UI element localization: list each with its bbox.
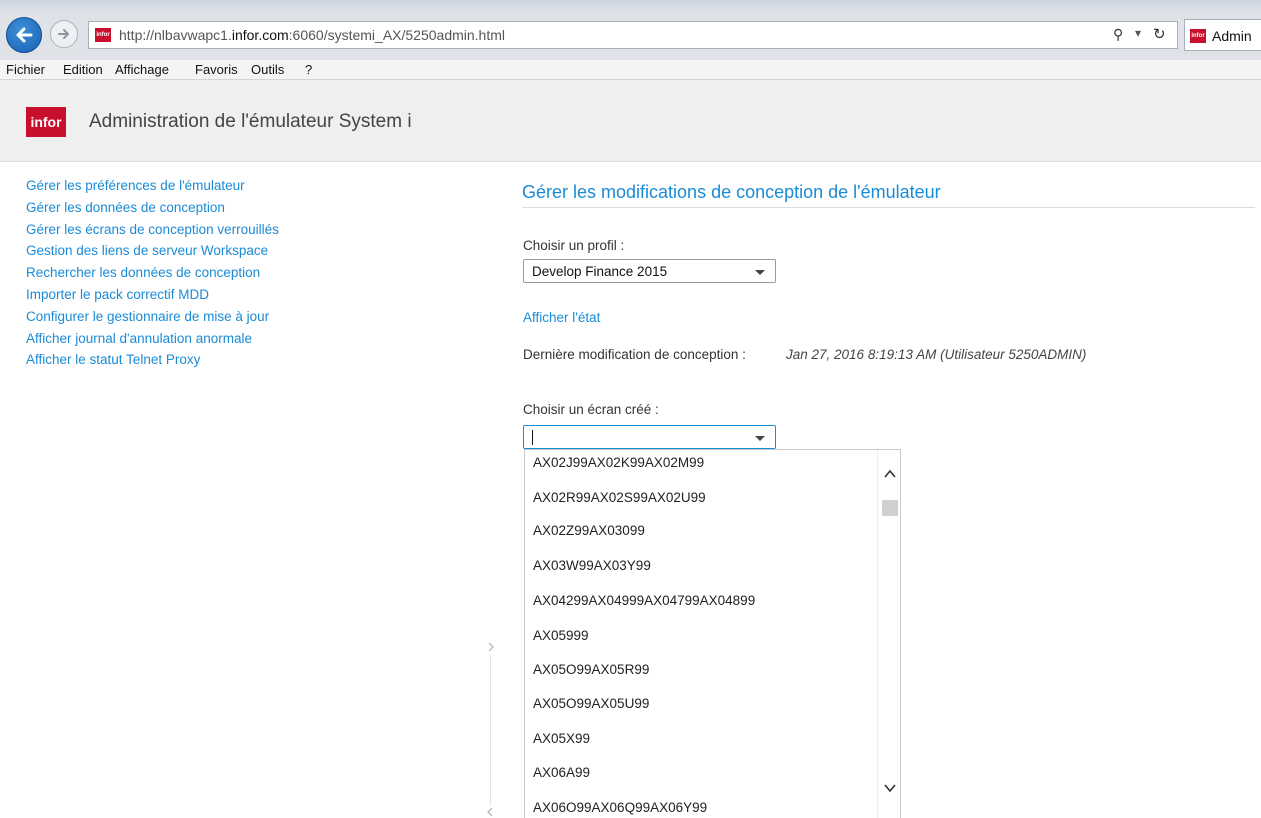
nav-link-locked-screens[interactable]: Gérer les écrans de conception verrouill… xyxy=(26,219,279,241)
show-status-link[interactable]: Afficher l'état xyxy=(523,310,600,325)
list-item[interactable]: AX02Z99AX03099 xyxy=(533,523,645,538)
nav-link-design-data[interactable]: Gérer les données de conception xyxy=(26,197,279,219)
nav-link-update-manager[interactable]: Configurer le gestionnaire de mise à jou… xyxy=(26,306,279,328)
list-item[interactable]: AX05O99AX05U99 xyxy=(533,696,649,711)
list-item[interactable]: AX05999 xyxy=(533,628,589,643)
url-text[interactable]: http://nlbavwapc1.infor.com:6060/systemi… xyxy=(119,27,505,43)
arrow-right-icon xyxy=(58,29,69,39)
tab-title: Admin xyxy=(1212,28,1252,44)
list-item[interactable]: AX02R99AX02S99AX02U99 xyxy=(533,490,706,505)
chevron-down-icon xyxy=(755,436,765,441)
nav-link-workspace-links[interactable]: Gestion des liens de serveur Workspace xyxy=(26,240,279,262)
menu-favoris[interactable]: Favoris xyxy=(195,62,238,77)
nav-link-abend-log[interactable]: Afficher journal d'annulation anormale xyxy=(26,328,279,350)
sidebar-nav: Gérer les préférences de l'émulateur Gér… xyxy=(26,175,279,371)
menu-outils[interactable]: Outils xyxy=(251,62,284,77)
app-header: infor Administration de l'émulateur Syst… xyxy=(0,80,1261,162)
list-item[interactable]: AX04299AX04999AX04799AX04899 xyxy=(533,593,755,608)
list-item[interactable]: AX05X99 xyxy=(533,731,590,746)
search-dropdown-icon[interactable]: ▾ xyxy=(1135,26,1141,40)
panel-splitter[interactable] xyxy=(490,655,491,805)
menu-affichage[interactable]: Affichage xyxy=(115,62,169,77)
chevron-up-icon[interactable] xyxy=(884,468,896,480)
nav-link-preferences[interactable]: Gérer les préférences de l'émulateur xyxy=(26,175,279,197)
text-cursor xyxy=(532,430,533,445)
profile-select-value: Develop Finance 2015 xyxy=(532,264,668,279)
search-icon[interactable]: ⚲ xyxy=(1113,26,1123,43)
menu-edition[interactable]: Edition xyxy=(63,62,103,77)
chevron-left-icon[interactable] xyxy=(486,806,494,818)
section-divider xyxy=(522,207,1255,208)
section-title: Gérer les modifications de conception de… xyxy=(522,182,941,202)
menu-help[interactable]: ? xyxy=(305,62,312,77)
chevron-right-icon[interactable] xyxy=(487,641,495,653)
list-item[interactable]: AX06O99AX06Q99AX06Y99 xyxy=(533,800,707,815)
forward-button[interactable] xyxy=(50,20,78,48)
tab-favicon-icon: infor xyxy=(1190,29,1206,43)
chevron-down-icon[interactable] xyxy=(884,782,896,794)
list-item[interactable]: AX06A99 xyxy=(533,765,590,780)
last-modification-value: Jan 27, 2016 8:19:13 AM (Utilisateur 525… xyxy=(786,347,1087,362)
menu-bar: Fichier Edition Affichage Favoris Outils… xyxy=(0,60,1261,80)
dropdown-scrollbar[interactable] xyxy=(877,450,900,818)
list-item[interactable]: AX03W99AX03Y99 xyxy=(533,558,651,573)
menu-fichier[interactable]: Fichier xyxy=(6,62,45,77)
list-item[interactable]: AX05O99AX05R99 xyxy=(533,662,649,677)
profile-label: Choisir un profil : xyxy=(523,238,625,253)
screen-select[interactable] xyxy=(523,425,776,449)
profile-select[interactable]: Develop Finance 2015 xyxy=(523,259,776,283)
screen-label: Choisir un écran créé : xyxy=(523,402,659,417)
screen-dropdown-list[interactable]: AX02J99AX02K99AX02M99 AX02R99AX02S99AX02… xyxy=(524,449,901,818)
last-modification-label: Dernière modification de conception : xyxy=(523,347,746,362)
browser-toolbar: infor http://nlbavwapc1.infor.com:6060/s… xyxy=(0,0,1261,60)
nav-link-import-mdd[interactable]: Importer le pack correctif MDD xyxy=(26,284,279,306)
site-favicon-icon: infor xyxy=(95,28,111,42)
browser-tabstrip xyxy=(0,0,1261,12)
back-button[interactable] xyxy=(6,17,42,53)
chevron-down-icon xyxy=(755,270,765,275)
refresh-icon[interactable]: ↻ xyxy=(1153,25,1166,43)
arrow-left-icon xyxy=(16,27,33,43)
scrollbar-thumb[interactable] xyxy=(882,500,898,516)
list-item[interactable]: AX02J99AX02K99AX02M99 xyxy=(533,455,704,470)
address-bar[interactable]: infor http://nlbavwapc1.infor.com:6060/s… xyxy=(88,21,1178,49)
page-title: Administration de l'émulateur System i xyxy=(89,111,412,132)
nav-link-telnet-proxy[interactable]: Afficher le statut Telnet Proxy xyxy=(26,349,279,371)
browser-tab[interactable]: infor Admin xyxy=(1184,19,1261,51)
nav-link-search-design[interactable]: Rechercher les données de conception xyxy=(26,262,279,284)
infor-logo: infor xyxy=(26,107,66,137)
